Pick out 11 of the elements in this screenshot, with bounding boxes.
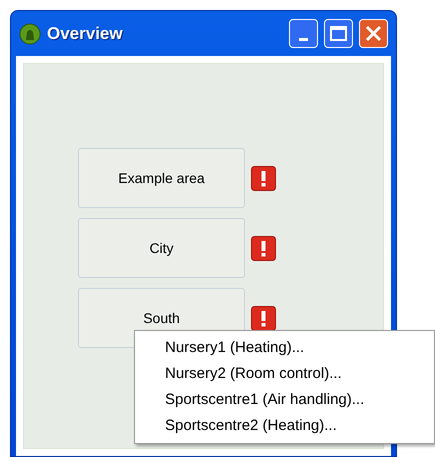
menu-item[interactable]: Sportscentre1 (Air handling)... xyxy=(135,387,434,413)
area-button[interactable]: City xyxy=(78,218,245,278)
area-button[interactable]: Example area xyxy=(78,148,245,208)
close-button[interactable] xyxy=(359,19,388,48)
close-icon xyxy=(365,25,382,42)
menu-item[interactable]: Sportscentre2 (Heating)... xyxy=(135,413,434,439)
maximize-button[interactable] xyxy=(324,19,353,48)
menu-item[interactable]: Nursery2 (Room control)... xyxy=(135,361,434,387)
app-icon xyxy=(19,22,41,44)
minimize-button[interactable] xyxy=(289,19,318,48)
window-title: Overview xyxy=(47,22,124,45)
